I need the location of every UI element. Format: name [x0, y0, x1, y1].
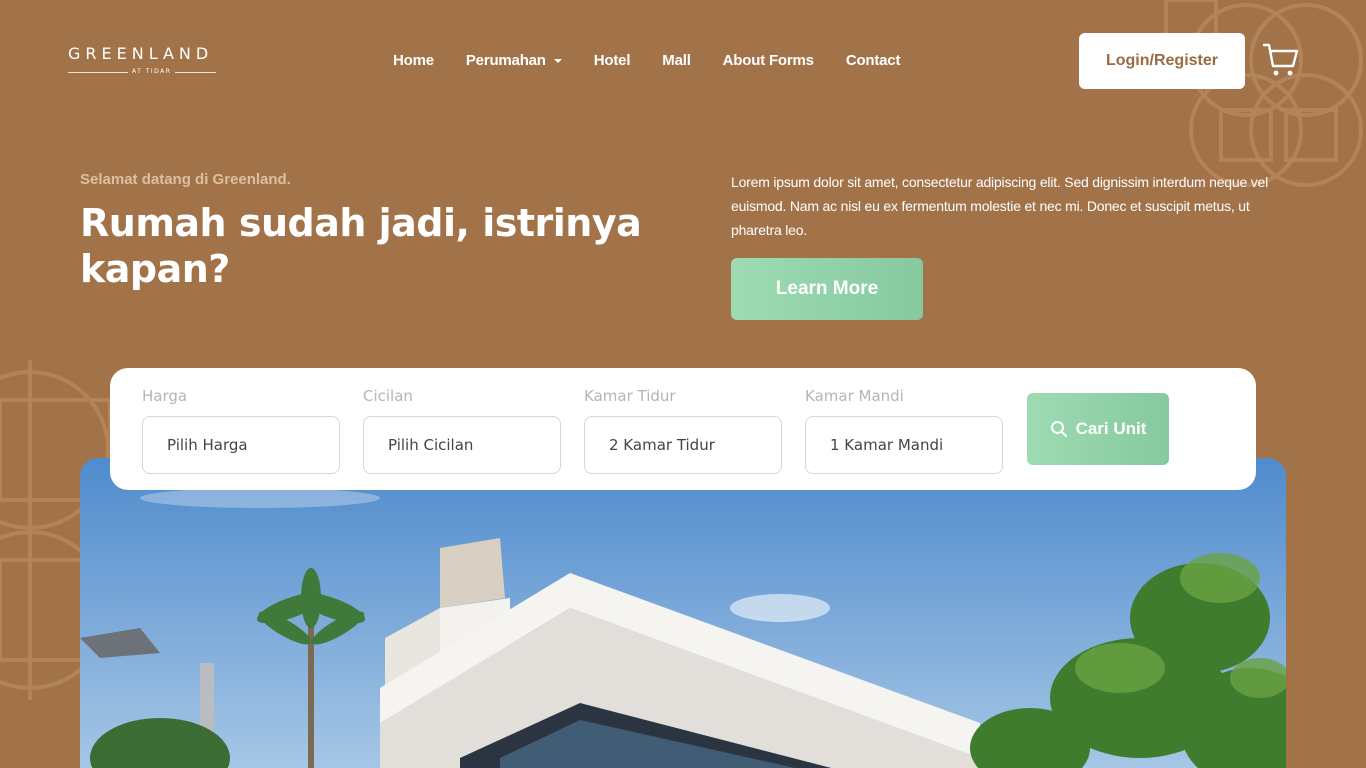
- nav-item-about-forms[interactable]: About Forms: [723, 50, 814, 72]
- field-harga: Harga Pilih Harga: [142, 386, 340, 474]
- nav-label: Contact: [845, 52, 901, 69]
- nav-item-mall[interactable]: Mall: [662, 50, 691, 72]
- cicilan-select[interactable]: Pilih Cicilan: [363, 416, 561, 474]
- hero-description-block: Lorem ipsum dolor sit amet, consectetur …: [731, 170, 1291, 320]
- main-nav: Home Perumahan Hotel Mall About Forms Co…: [393, 50, 932, 72]
- nav-item-contact[interactable]: Contact: [845, 50, 901, 72]
- field-cicilan: Cicilan Pilih Cicilan: [363, 386, 561, 474]
- nav-label: About Forms: [722, 52, 814, 69]
- field-label: Cicilan: [363, 387, 413, 405]
- nav-item-perumahan[interactable]: Perumahan: [466, 50, 562, 72]
- hero-kicker: Selamat datang di Greenland.: [80, 171, 291, 188]
- nav-label: Home: [393, 52, 434, 69]
- search-icon: [1050, 421, 1067, 437]
- field-label: Kamar Tidur: [584, 387, 676, 405]
- harga-select[interactable]: Pilih Harga: [142, 416, 340, 474]
- cari-unit-label: Cari Unit: [1075, 419, 1147, 438]
- site-header: GREENLAND AT TIDAR Home Perumahan Hotel …: [0, 0, 1366, 120]
- nav-item-hotel[interactable]: Hotel: [594, 50, 631, 72]
- nav-item-home[interactable]: Home: [393, 50, 434, 72]
- brand-name: GREENLAND: [68, 44, 214, 63]
- kamar-mandi-select[interactable]: 1 Kamar Mandi: [805, 416, 1003, 474]
- learn-more-button[interactable]: Learn More: [731, 258, 923, 320]
- brand-tagline: AT TIDAR: [128, 67, 176, 77]
- field-label: Kamar Mandi: [805, 387, 904, 405]
- hero-description: Lorem ipsum dolor sit amet, consectetur …: [731, 174, 1269, 238]
- hero-intro: Selamat datang di Greenland. Rumah sudah…: [80, 170, 680, 292]
- field-label: Harga: [142, 387, 188, 405]
- brand-logo[interactable]: GREENLAND AT TIDAR: [68, 45, 220, 77]
- kamar-tidur-select[interactable]: 2 Kamar Tidur: [584, 416, 782, 474]
- cart-icon[interactable]: [1262, 42, 1300, 78]
- field-kamar-tidur: Kamar Tidur 2 Kamar Tidur: [584, 386, 782, 474]
- caret-down-icon: [553, 59, 562, 63]
- nav-label: Hotel: [593, 52, 631, 69]
- house-photo: [80, 458, 1286, 768]
- login-register-button[interactable]: Login/Register: [1079, 33, 1245, 89]
- nav-label: Perumahan: [465, 52, 546, 69]
- hero-title: Rumah sudah jadi, istrinya kapan?: [80, 201, 642, 291]
- field-kamar-mandi: Kamar Mandi 1 Kamar Mandi: [805, 386, 1003, 474]
- cari-unit-button[interactable]: Cari Unit: [1027, 393, 1169, 465]
- unit-search-panel: Harga Pilih Harga Cicilan Pilih Cicilan …: [110, 368, 1256, 490]
- nav-label: Mall: [662, 52, 691, 69]
